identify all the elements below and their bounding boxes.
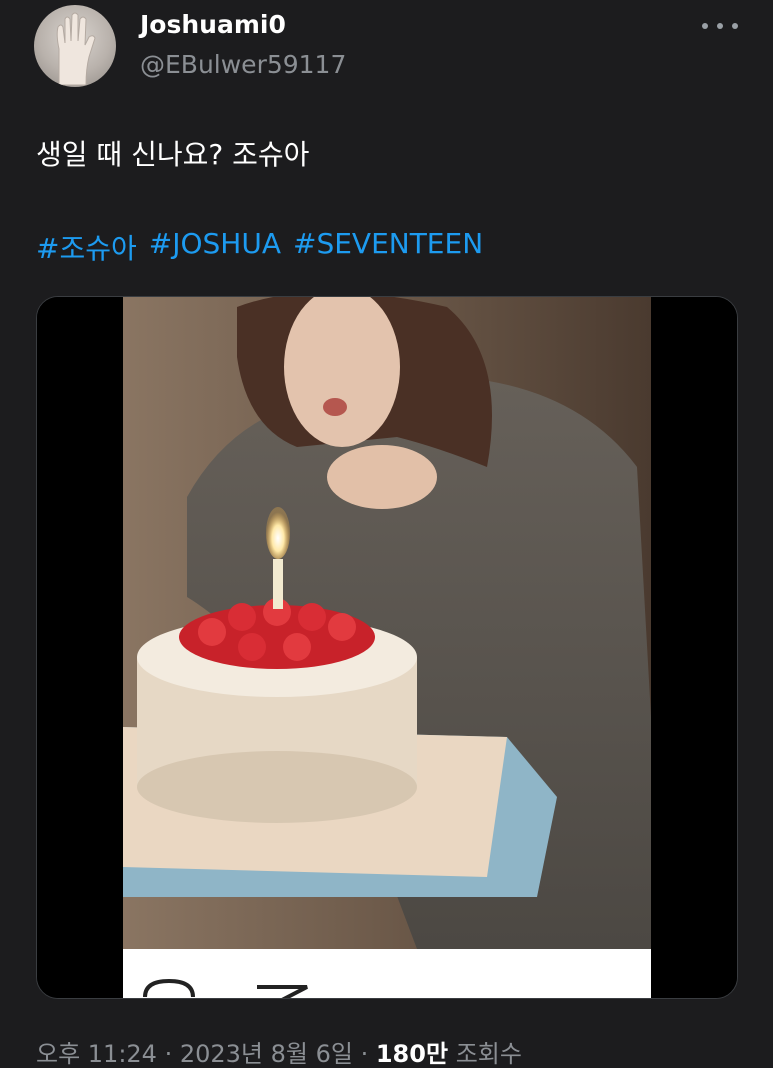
tweet: Joshuami0 @EBulwer59117 생일 때 신나요? 조슈아 #조… — [0, 0, 773, 1068]
hashtag-link[interactable]: #JOSHUA — [149, 227, 281, 267]
meta-separator: · — [352, 1040, 376, 1068]
meta-separator: · — [156, 1040, 180, 1068]
more-horizontal-icon-dot — [732, 23, 738, 29]
tweet-text: 생일 때 신나요? 조슈아 — [36, 138, 310, 171]
author-handle[interactable]: @EBulwer59117 — [140, 50, 346, 79]
more-horizontal-icon-dot — [702, 23, 708, 29]
raised-hand-avatar-icon — [56, 12, 96, 86]
more-horizontal-icon-dot — [717, 23, 723, 29]
views-count: 180만 — [375, 1040, 449, 1068]
tweet-date[interactable]: 2023년 8월 6일 — [180, 1040, 353, 1068]
tweet-time[interactable]: 오후 11:24 — [36, 1040, 157, 1068]
hashtag-link[interactable]: #SEVENTEEN — [293, 227, 483, 267]
tweet-media[interactable] — [36, 296, 738, 999]
tweet-metadata: 오후 11:24 · 2023년 8월 6일 · 180만 조회수 — [36, 1034, 522, 1068]
author-avatar[interactable] — [34, 5, 116, 87]
hashtag-link[interactable]: #조슈아 — [36, 227, 137, 267]
more-options-button[interactable] — [702, 16, 738, 36]
author-display-name[interactable]: Joshuami0 — [140, 10, 286, 39]
hashtag-list: #조슈아 #JOSHUA #SEVENTEEN — [36, 227, 483, 267]
video-thumbnail — [37, 297, 737, 998]
views-label: 조회수 — [455, 1040, 522, 1068]
